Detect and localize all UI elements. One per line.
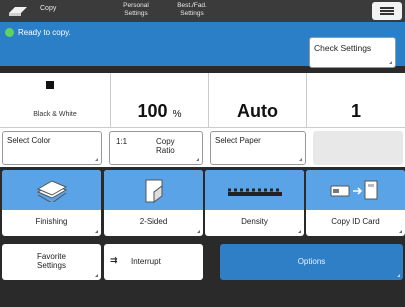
color-mode-display: Black & White — [0, 73, 110, 127]
ratio-unit: % — [172, 109, 182, 120]
favorite-settings-label: Settings — [37, 261, 66, 270]
tab-label: Personal — [123, 2, 149, 9]
app-title: Copy — [40, 5, 57, 12]
status-bar: Ready to copy. Check Settings — [0, 22, 405, 68]
selection-row: Select Color 1:1 Copy Ratio Select Paper — [0, 127, 405, 167]
check-settings-button[interactable]: Check Settings — [309, 37, 396, 68]
density-button[interactable]: Density — [205, 170, 304, 236]
corner-arrow-icon — [399, 230, 402, 233]
select-paper-button[interactable]: Select Paper — [210, 131, 306, 165]
corner-arrow-icon — [95, 158, 98, 161]
top-bar: Copy Personal Settings Best./Fad. Settin… — [0, 0, 405, 22]
density-label: Density — [241, 217, 268, 226]
finishing-label: Finishing — [35, 217, 68, 226]
stack-icon — [34, 178, 70, 207]
menu-icon — [380, 7, 394, 9]
copies-display[interactable]: 1 — [306, 73, 405, 127]
two-sided-button[interactable]: 2-Sided — [104, 170, 203, 236]
favorite-settings-label: Favorite — [37, 252, 66, 261]
interrupt-button[interactable]: ⇉ Interrupt — [104, 244, 203, 280]
ratio-prefix: 1:1 — [116, 137, 128, 146]
feature-tiles: Finishing 2-Sided Density Copy ID Card — [0, 169, 405, 237]
ready-status-icon — [5, 28, 14, 37]
ratio-display: 100 % — [110, 73, 208, 127]
menu-button[interactable] — [372, 2, 402, 20]
id-card-icon — [329, 178, 383, 207]
tab-personal-settings[interactable]: Personal Settings — [112, 2, 160, 20]
select-color-button[interactable]: Select Color — [2, 131, 102, 165]
options-label: Options — [297, 257, 326, 266]
corner-arrow-icon — [95, 230, 98, 233]
copy-ratio-button[interactable]: 1:1 Copy Ratio — [109, 131, 203, 165]
select-color-label: Select Color — [7, 136, 51, 145]
bottom-row: Favorite Settings ⇉ Interrupt Options — [0, 241, 405, 283]
paper-value: Auto — [237, 101, 278, 121]
copy-ratio-label: Copy — [156, 137, 175, 146]
corner-arrow-icon — [397, 274, 400, 277]
copy-id-card-button[interactable]: Copy ID Card — [306, 170, 405, 236]
interrupt-label: Interrupt — [131, 257, 161, 266]
ratio-value: 100 — [137, 101, 168, 121]
interrupt-icon: ⇉ — [110, 255, 118, 265]
color-mode-label: Black & White — [33, 111, 77, 118]
corner-arrow-icon — [95, 274, 98, 277]
empty-slot — [313, 131, 403, 165]
favorite-settings-button[interactable]: Favorite Settings — [2, 244, 101, 280]
copy-app-icon — [6, 3, 30, 19]
tab-label: Best./Fad. — [177, 2, 207, 9]
page-fold-icon — [142, 178, 166, 209]
copies-value: 1 — [350, 101, 361, 121]
paper-display: Auto — [208, 73, 306, 127]
density-slider-icon — [226, 178, 284, 207]
corner-arrow-icon — [299, 158, 302, 161]
finishing-button[interactable]: Finishing — [2, 170, 101, 236]
select-paper-label: Select Paper — [215, 136, 261, 145]
corner-arrow-icon — [196, 158, 199, 161]
tab-favorite-settings[interactable]: Best./Fad. Settings — [168, 2, 216, 20]
status-message: Ready to copy. — [18, 28, 71, 37]
corner-arrow-icon — [197, 230, 200, 233]
copy-ratio-label: Ratio — [156, 146, 175, 155]
copy-settings-summary: Black & White 100 % Auto 1 — [0, 73, 405, 127]
tab-label: Settings — [124, 9, 148, 17]
two-sided-label: 2-Sided — [139, 217, 168, 226]
check-settings-label: Check Settings — [314, 43, 372, 53]
corner-arrow-icon — [389, 61, 392, 64]
tab-label: Settings — [180, 9, 204, 17]
corner-arrow-icon — [298, 230, 301, 233]
options-button[interactable]: Options — [220, 244, 403, 280]
bw-swatch-icon — [46, 81, 54, 89]
copy-id-card-label: Copy ID Card — [331, 217, 380, 226]
